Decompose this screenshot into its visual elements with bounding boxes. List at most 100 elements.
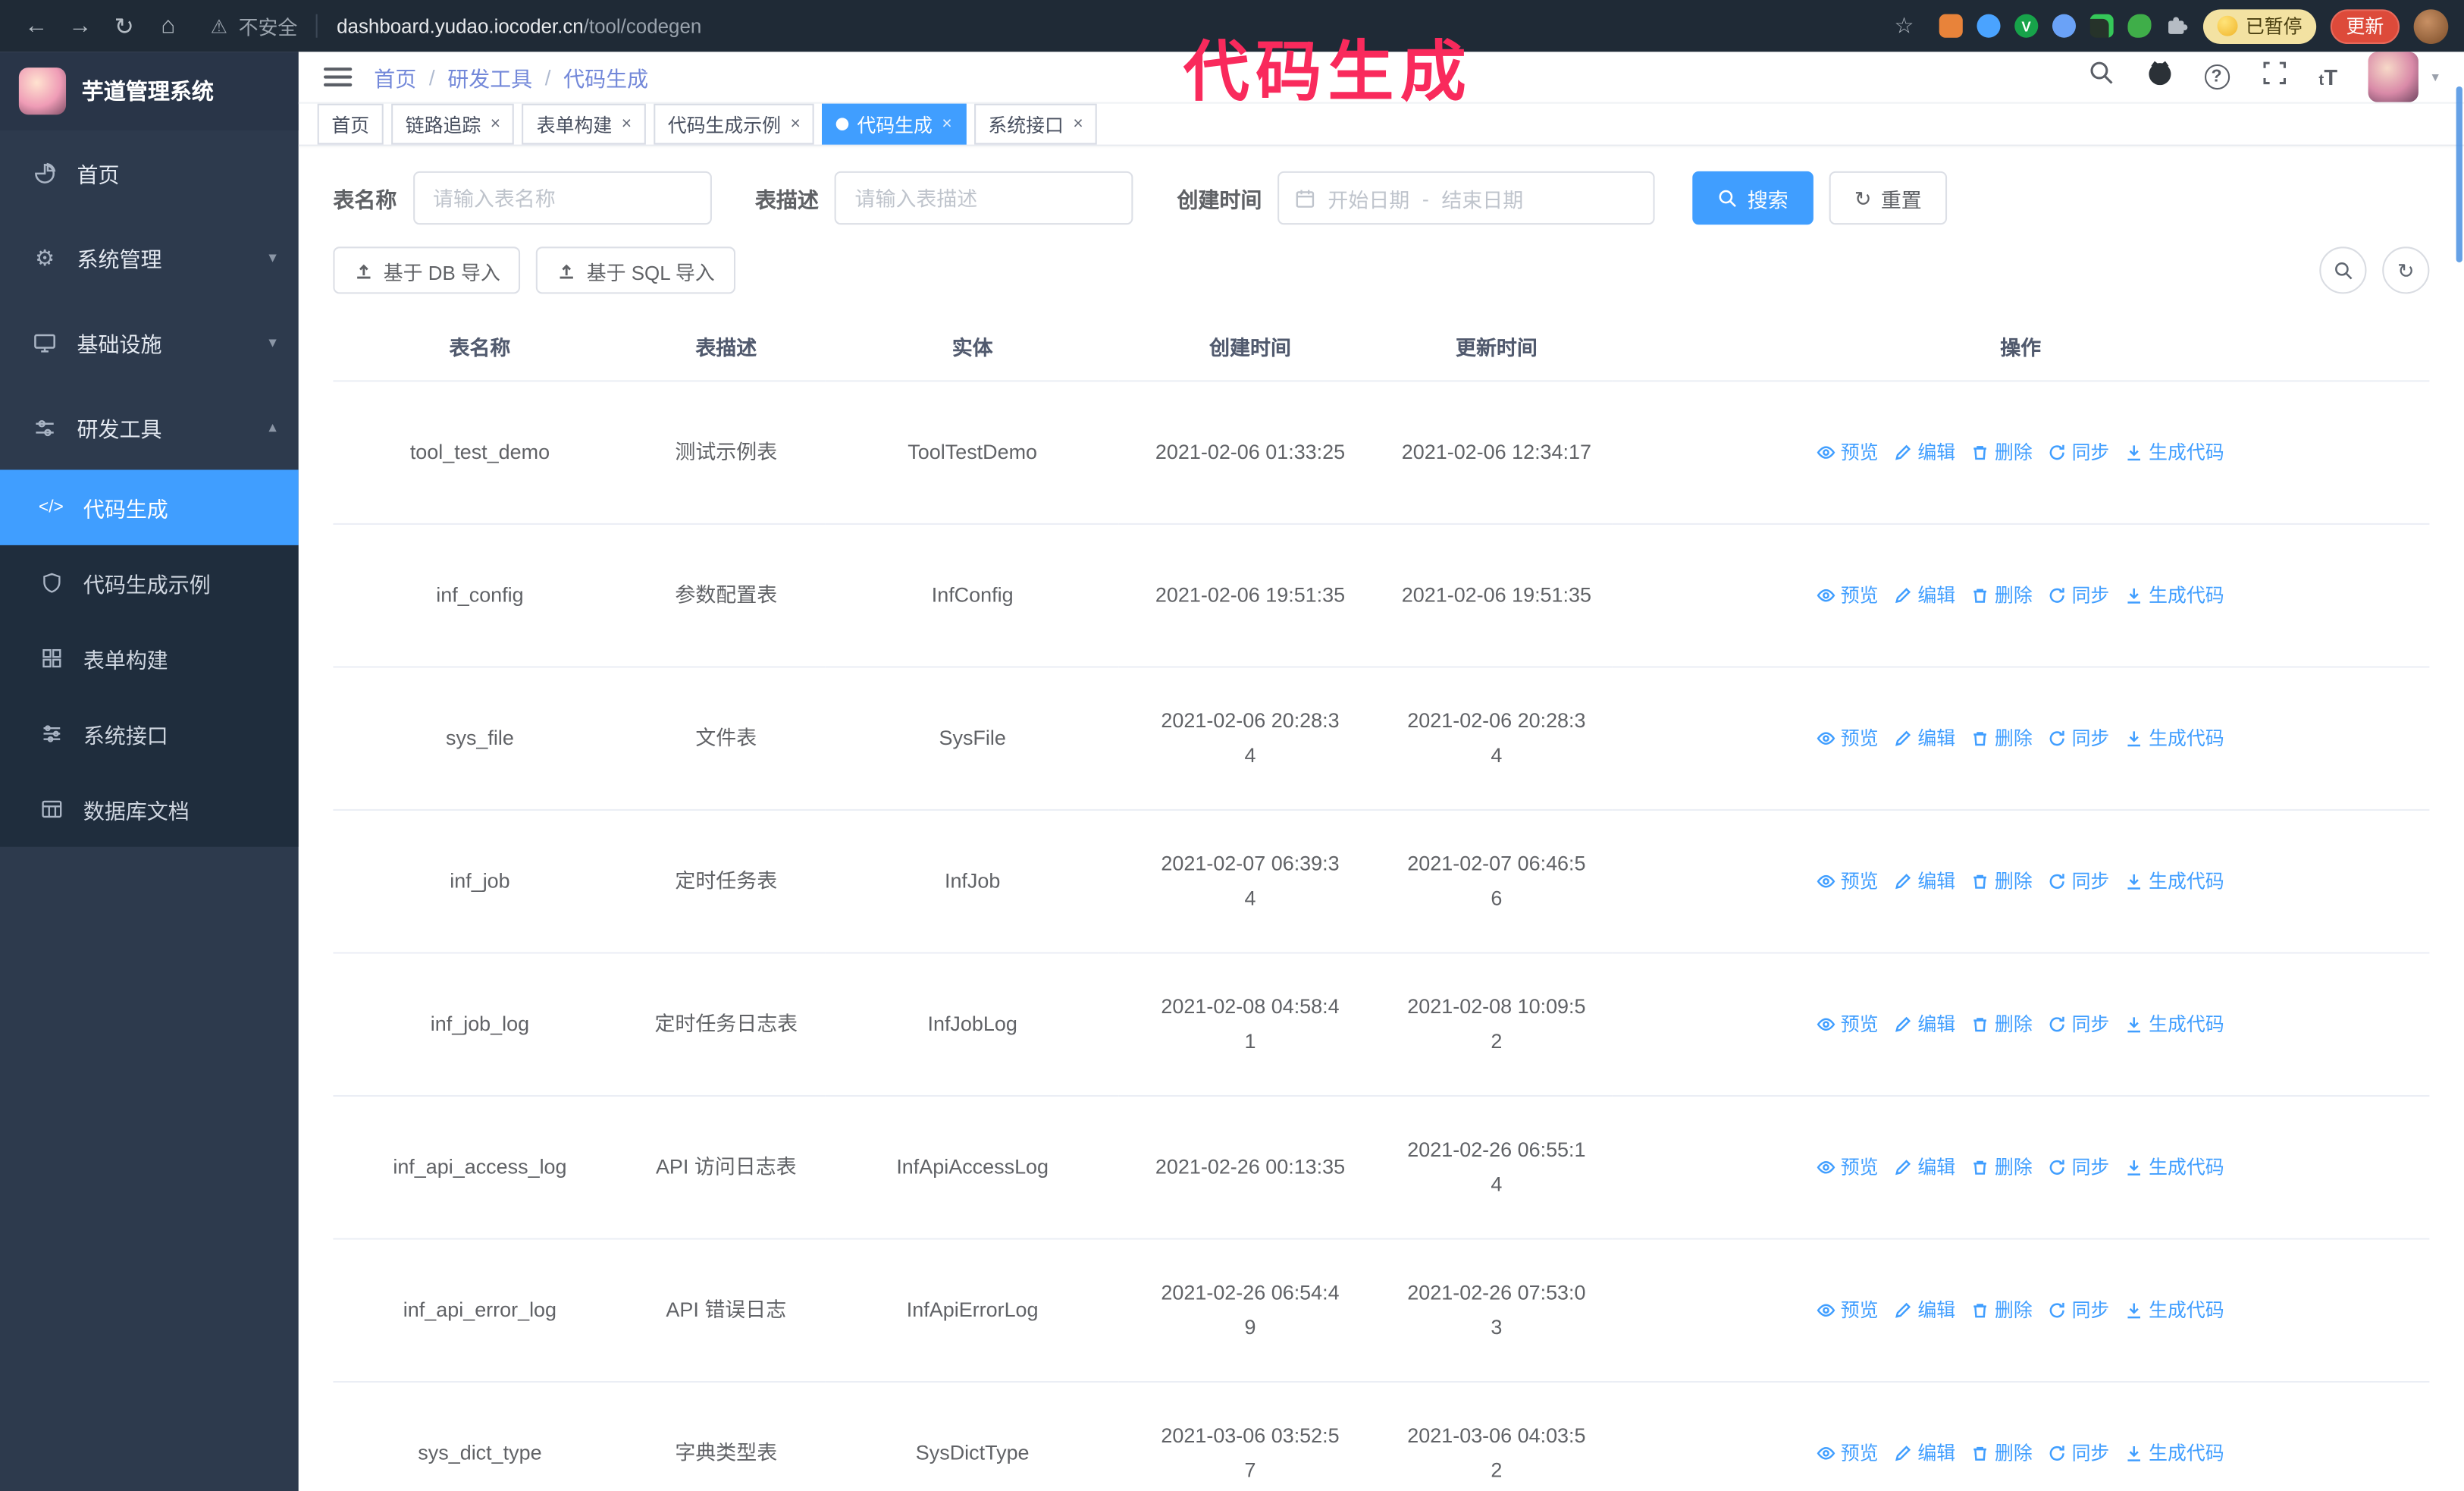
delete-action[interactable]: 删除: [1971, 1150, 2033, 1185]
generate-code-action[interactable]: 生成代码: [2125, 1007, 2224, 1042]
font-size-icon[interactable]: tT: [2318, 64, 2337, 89]
address-bar[interactable]: ⚠ 不安全 dashboard.yudao.iocoder.cn/tool/co…: [211, 11, 1914, 41]
generate-code-action[interactable]: 生成代码: [2125, 721, 2224, 756]
sidebar-item-system[interactable]: ⚙ 系统管理 ▾: [0, 215, 299, 300]
sidebar-item-form-builder[interactable]: 表单构建: [0, 620, 299, 695]
delete-action[interactable]: 删除: [1971, 1293, 2033, 1328]
bookmark-star-icon[interactable]: ☆: [1894, 13, 1914, 39]
sync-action[interactable]: 同步: [2048, 721, 2109, 756]
update-button[interactable]: 更新: [2330, 8, 2400, 43]
sidebar-item-db-doc[interactable]: 数据库文档: [0, 771, 299, 846]
generate-code-action[interactable]: 生成代码: [2125, 1293, 2224, 1328]
tab-item[interactable]: 代码生成示例 ×: [654, 103, 815, 145]
sidebar-item-infra[interactable]: 基础设施 ▾: [0, 300, 299, 385]
sync-action[interactable]: 同步: [2048, 1293, 2109, 1328]
close-icon[interactable]: ×: [942, 115, 951, 133]
preview-action[interactable]: 预览: [1817, 864, 1879, 899]
tab-item[interactable]: 链路追踪 ×: [391, 103, 515, 145]
sidebar-item-api[interactable]: 系统接口: [0, 696, 299, 771]
edit-action[interactable]: 编辑: [1894, 1436, 1955, 1471]
tab-item[interactable]: 系统接口 ×: [973, 103, 1098, 145]
sync-action[interactable]: 同步: [2048, 1007, 2109, 1042]
extension-icon-orange[interactable]: [1939, 14, 1963, 38]
tab-item[interactable]: 代码生成 ×: [822, 103, 967, 145]
extension-icon-blue-drop[interactable]: [1977, 14, 2001, 38]
close-icon[interactable]: ×: [790, 115, 800, 133]
edit-action[interactable]: 编辑: [1894, 1150, 1955, 1185]
delete-action[interactable]: 删除: [1971, 1007, 2033, 1042]
edit-action[interactable]: 编辑: [1894, 1293, 1955, 1328]
preview-action[interactable]: 预览: [1817, 1293, 1879, 1328]
edit-action[interactable]: 编辑: [1894, 864, 1955, 899]
preview-action[interactable]: 预览: [1817, 721, 1879, 756]
refresh-table-button[interactable]: ↻: [2382, 246, 2430, 294]
sync-action[interactable]: 同步: [2048, 864, 2109, 899]
help-icon[interactable]: ?: [2204, 64, 2230, 90]
preview-action[interactable]: 预览: [1817, 1436, 1879, 1471]
close-icon[interactable]: ×: [1073, 115, 1083, 133]
breadcrumb-home[interactable]: 首页: [374, 61, 416, 93]
app-logo[interactable]: 芋道管理系统: [0, 52, 299, 130]
import-sql-button[interactable]: 基于 SQL 导入: [536, 246, 735, 294]
sync-action[interactable]: 同步: [2048, 1150, 2109, 1185]
delete-action[interactable]: 删除: [1971, 578, 2033, 613]
import-db-label: 基于 DB 导入: [383, 261, 500, 284]
tab-item[interactable]: 表单构建 ×: [522, 103, 646, 145]
extension-icon-leaf[interactable]: [2127, 14, 2152, 38]
table-toolbar: 基于 DB 导入 基于 SQL 导入 ↻: [333, 246, 2430, 294]
preview-action[interactable]: 预览: [1817, 1007, 1879, 1042]
generate-code-action[interactable]: 生成代码: [2125, 864, 2224, 899]
search-icon[interactable]: [2088, 60, 2114, 95]
generate-code-action[interactable]: 生成代码: [2125, 578, 2224, 613]
sync-action[interactable]: 同步: [2048, 1436, 2109, 1471]
extension-icon-dark-green[interactable]: [2089, 14, 2114, 38]
avatar-caret-icon[interactable]: ▾: [2431, 68, 2438, 86]
date-range-picker[interactable]: 开始日期 - 结束日期: [1277, 171, 1655, 225]
user-avatar[interactable]: [2368, 52, 2419, 102]
browser-reload-button[interactable]: ↻: [104, 5, 145, 46]
sidebar-item-devtools[interactable]: 研发工具 ▴: [0, 385, 299, 470]
edit-action[interactable]: 编辑: [1894, 1007, 1955, 1042]
delete-action[interactable]: 删除: [1971, 721, 2033, 756]
fullscreen-icon[interactable]: [2261, 60, 2287, 95]
preview-action[interactable]: 预览: [1817, 435, 1879, 470]
search-button[interactable]: 搜索: [1692, 171, 1814, 225]
browser-profile-avatar[interactable]: [2413, 8, 2449, 43]
breadcrumb-devtools[interactable]: 研发工具: [447, 61, 532, 93]
browser-back-button[interactable]: ←: [16, 5, 57, 46]
edit-action[interactable]: 编辑: [1894, 435, 1955, 470]
reset-button[interactable]: ↻ 重置: [1829, 171, 1947, 225]
cell-entity: InfApiErrorLog: [826, 1238, 1120, 1383]
scrollbar-thumb[interactable]: [2456, 86, 2462, 262]
delete-action[interactable]: 删除: [1971, 864, 2033, 899]
sidebar-toggle-button[interactable]: [323, 67, 353, 86]
github-icon[interactable]: [2146, 60, 2172, 95]
generate-code-action[interactable]: 生成代码: [2125, 1436, 2224, 1471]
browser-forward-button[interactable]: →: [60, 5, 101, 46]
generate-code-action[interactable]: 生成代码: [2125, 1150, 2224, 1185]
sidebar-item-codegen[interactable]: </> 代码生成: [0, 469, 299, 545]
extension-icon-green-v[interactable]: V: [2014, 14, 2039, 38]
browser-home-button[interactable]: ⌂: [148, 5, 189, 46]
close-icon[interactable]: ×: [491, 115, 500, 133]
extension-icon-people[interactable]: [2052, 14, 2076, 38]
toggle-search-button[interactable]: [2319, 246, 2367, 294]
sidebar-item-home[interactable]: 首页: [0, 130, 299, 215]
sync-action[interactable]: 同步: [2048, 578, 2109, 613]
tab-item[interactable]: 首页: [317, 103, 384, 145]
preview-action[interactable]: 预览: [1817, 1150, 1879, 1185]
close-icon[interactable]: ×: [622, 115, 632, 133]
edit-action[interactable]: 编辑: [1894, 721, 1955, 756]
table-name-input[interactable]: [412, 171, 711, 225]
preview-action[interactable]: 预览: [1817, 578, 1879, 613]
edit-action[interactable]: 编辑: [1894, 578, 1955, 613]
import-db-button[interactable]: 基于 DB 导入: [333, 246, 521, 294]
table-desc-input[interactable]: [834, 171, 1133, 225]
extensions-puzzle-icon[interactable]: [2165, 14, 2189, 38]
generate-code-action[interactable]: 生成代码: [2125, 435, 2224, 470]
delete-action[interactable]: 删除: [1971, 1436, 2033, 1471]
paused-badge[interactable]: 已暂停: [2202, 8, 2317, 43]
sync-action[interactable]: 同步: [2048, 435, 2109, 470]
delete-action[interactable]: 删除: [1971, 435, 2033, 470]
sidebar-item-codegen-example[interactable]: 代码生成示例: [0, 545, 299, 620]
